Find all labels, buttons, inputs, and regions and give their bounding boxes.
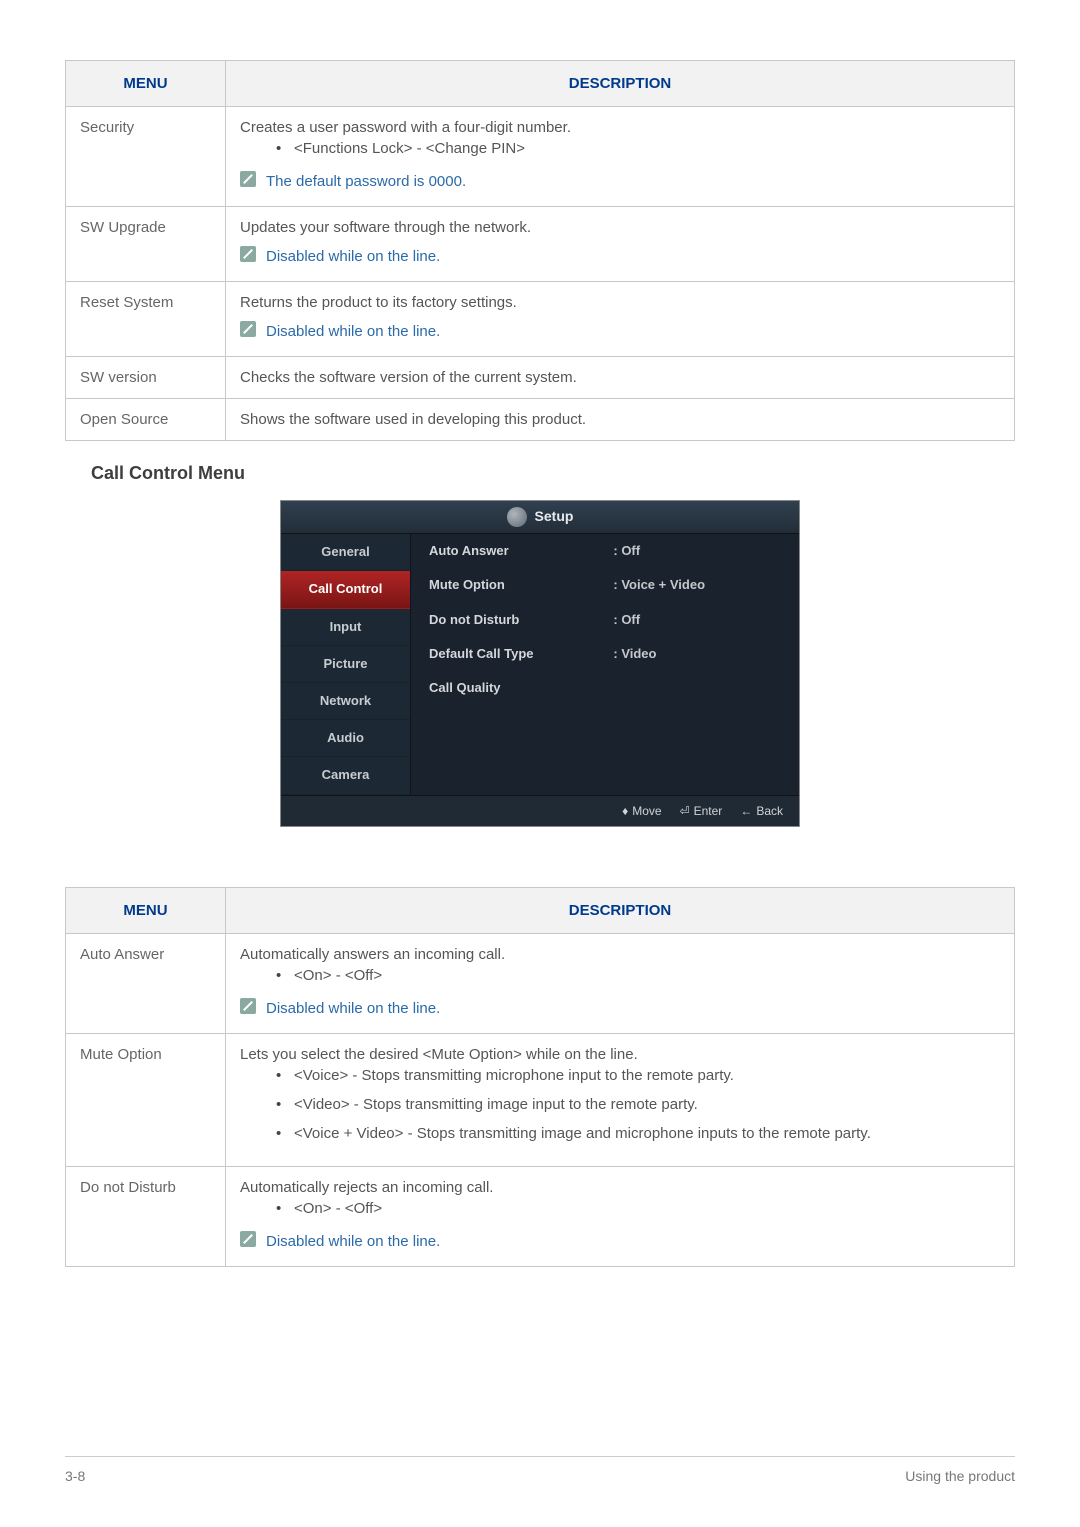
menu-description: Returns the product to its factory setti… <box>226 282 1015 357</box>
menu-label: Reset System <box>66 282 226 357</box>
osd-item[interactable]: Mute Option: Voice + Video <box>411 568 799 602</box>
osd-setup-screenshot: Setup General Call Control Input Picture… <box>280 500 800 827</box>
note-icon <box>240 246 256 262</box>
menu-description: Shows the software used in developing th… <box>226 399 1015 441</box>
osd-item[interactable]: Call Quality <box>411 671 799 705</box>
table-row: Auto Answer Automatically answers an inc… <box>66 934 1015 1034</box>
osd-hint-enter: ⏎Enter <box>680 803 723 820</box>
page-number: 3-8 <box>65 1467 85 1487</box>
table-row: Reset System Returns the product to its … <box>66 282 1015 357</box>
menu-description: Creates a user password with a four-digi… <box>226 107 1015 207</box>
table-row: SW Upgrade Updates your software through… <box>66 207 1015 282</box>
osd-tab-general[interactable]: General <box>281 534 410 571</box>
menu-description: Updates your software through the networ… <box>226 207 1015 282</box>
gear-icon <box>507 507 527 527</box>
menu-description: Automatically rejects an incoming call. … <box>226 1167 1015 1267</box>
menu-table-2: MENU DESCRIPTION Auto Answer Automatical… <box>65 887 1015 1267</box>
enter-icon: ⏎ <box>680 803 690 820</box>
menu-label: Auto Answer <box>66 934 226 1034</box>
note-icon <box>240 321 256 337</box>
table-row: Mute Option Lets you select the desired … <box>66 1034 1015 1167</box>
menu-label: Security <box>66 107 226 207</box>
back-arrow-icon: ← <box>740 803 752 820</box>
table-row: Security Creates a user password with a … <box>66 107 1015 207</box>
osd-item[interactable]: Do not Disturb: Off <box>411 603 799 637</box>
osd-header: Setup <box>281 501 799 534</box>
osd-tab-audio[interactable]: Audio <box>281 720 410 757</box>
osd-item[interactable]: Default Call Type: Video <box>411 637 799 671</box>
menu-label: Open Source <box>66 399 226 441</box>
table-row: Open Source Shows the software used in d… <box>66 399 1015 441</box>
table-row: Do not Disturb Automatically rejects an … <box>66 1167 1015 1267</box>
osd-content: Auto Answer: Off Mute Option: Voice + Vi… <box>411 534 799 794</box>
menu-table-1: MENU DESCRIPTION Security Creates a user… <box>65 60 1015 441</box>
updown-icon: ♦ <box>622 803 628 820</box>
menu-label: SW version <box>66 357 226 399</box>
osd-footer: ♦Move ⏎Enter ←Back <box>281 795 799 827</box>
menu-description: Checks the software version of the curre… <box>226 357 1015 399</box>
page-footer: 3-8 Using the product <box>65 1456 1015 1487</box>
osd-hint-back: ←Back <box>740 803 783 820</box>
menu-label: Mute Option <box>66 1034 226 1167</box>
osd-hint-move: ♦Move <box>622 803 661 820</box>
osd-tab-input[interactable]: Input <box>281 609 410 646</box>
osd-sidebar: General Call Control Input Picture Netwo… <box>281 534 411 794</box>
osd-tab-network[interactable]: Network <box>281 683 410 720</box>
osd-item[interactable]: Auto Answer: Off <box>411 534 799 568</box>
col-header-description: DESCRIPTION <box>226 61 1015 107</box>
osd-tab-picture[interactable]: Picture <box>281 646 410 683</box>
menu-label: SW Upgrade <box>66 207 226 282</box>
col-header-menu: MENU <box>66 888 226 934</box>
menu-description: Automatically answers an incoming call. … <box>226 934 1015 1034</box>
note-icon <box>240 998 256 1014</box>
col-header-description: DESCRIPTION <box>226 888 1015 934</box>
osd-title: Setup <box>535 507 574 527</box>
note-icon <box>240 171 256 187</box>
table-row: SW version Checks the software version o… <box>66 357 1015 399</box>
osd-tab-camera[interactable]: Camera <box>281 757 410 794</box>
section-title-call-control: Call Control Menu <box>91 461 1015 486</box>
section-name: Using the product <box>905 1467 1015 1487</box>
osd-tab-call-control[interactable]: Call Control <box>281 571 410 608</box>
menu-label: Do not Disturb <box>66 1167 226 1267</box>
col-header-menu: MENU <box>66 61 226 107</box>
menu-description: Lets you select the desired <Mute Option… <box>226 1034 1015 1167</box>
note-icon <box>240 1231 256 1247</box>
